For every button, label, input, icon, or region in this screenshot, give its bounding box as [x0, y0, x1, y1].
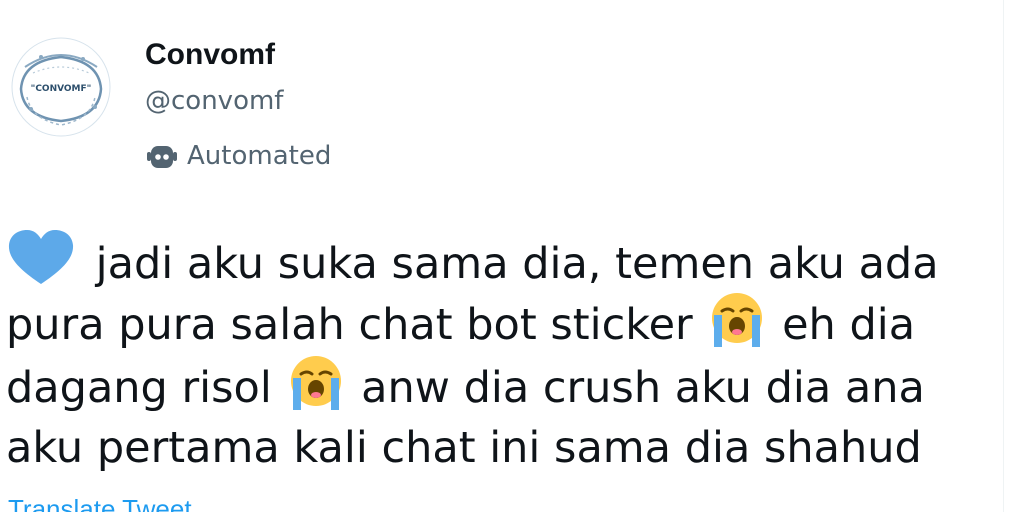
- blue-heart-emoji: [6, 228, 76, 288]
- tweet-line-2-text-a: pura pura salah chat bot sticker: [6, 300, 693, 350]
- tweet-line-4-text: aku pertama kali chat ini sama dia shahu…: [6, 423, 922, 473]
- loudly-crying-face-emoji: [285, 354, 347, 412]
- avatar[interactable]: "CONVOMF": [11, 37, 111, 137]
- tweet-text: jadi aku suka sama dia, temen aku ada pu…: [6, 228, 1024, 480]
- avatar-logo-text: "CONVOMF": [31, 84, 92, 94]
- translate-tweet-link[interactable]: Translate Tweet: [8, 494, 192, 512]
- tweet-line-3-text-b: anw dia crush aku dia ana: [361, 363, 925, 413]
- tweet-line-2-text-b: eh dia: [782, 300, 916, 350]
- tweet-line-2: pura pura salah chat bot sticker eh dia: [6, 291, 1024, 354]
- tweet-line-4: aku pertama kali chat ini sama dia shahu…: [6, 417, 1024, 480]
- display-name[interactable]: Convomf: [145, 36, 275, 74]
- tweet-line-3: dagang risol anw dia crush aku dia ana: [6, 354, 1024, 417]
- tweet-line-3-text-a: dagang risol: [6, 363, 272, 413]
- automated-label: Automated: [187, 141, 332, 171]
- user-handle[interactable]: @convomf: [145, 84, 283, 118]
- loudly-crying-face-emoji: [706, 291, 768, 349]
- tweet-line-1: jadi aku suka sama dia, temen aku ada: [6, 228, 1024, 291]
- tweet-header: "CONVOMF" Convomf @convomf Automated: [0, 0, 1024, 190]
- robot-icon: [145, 141, 179, 171]
- tweet-line-1-text: jadi aku suka sama dia, temen aku ada: [95, 239, 939, 289]
- automated-badge[interactable]: Automated: [145, 138, 331, 174]
- right-edge: [1003, 0, 1024, 512]
